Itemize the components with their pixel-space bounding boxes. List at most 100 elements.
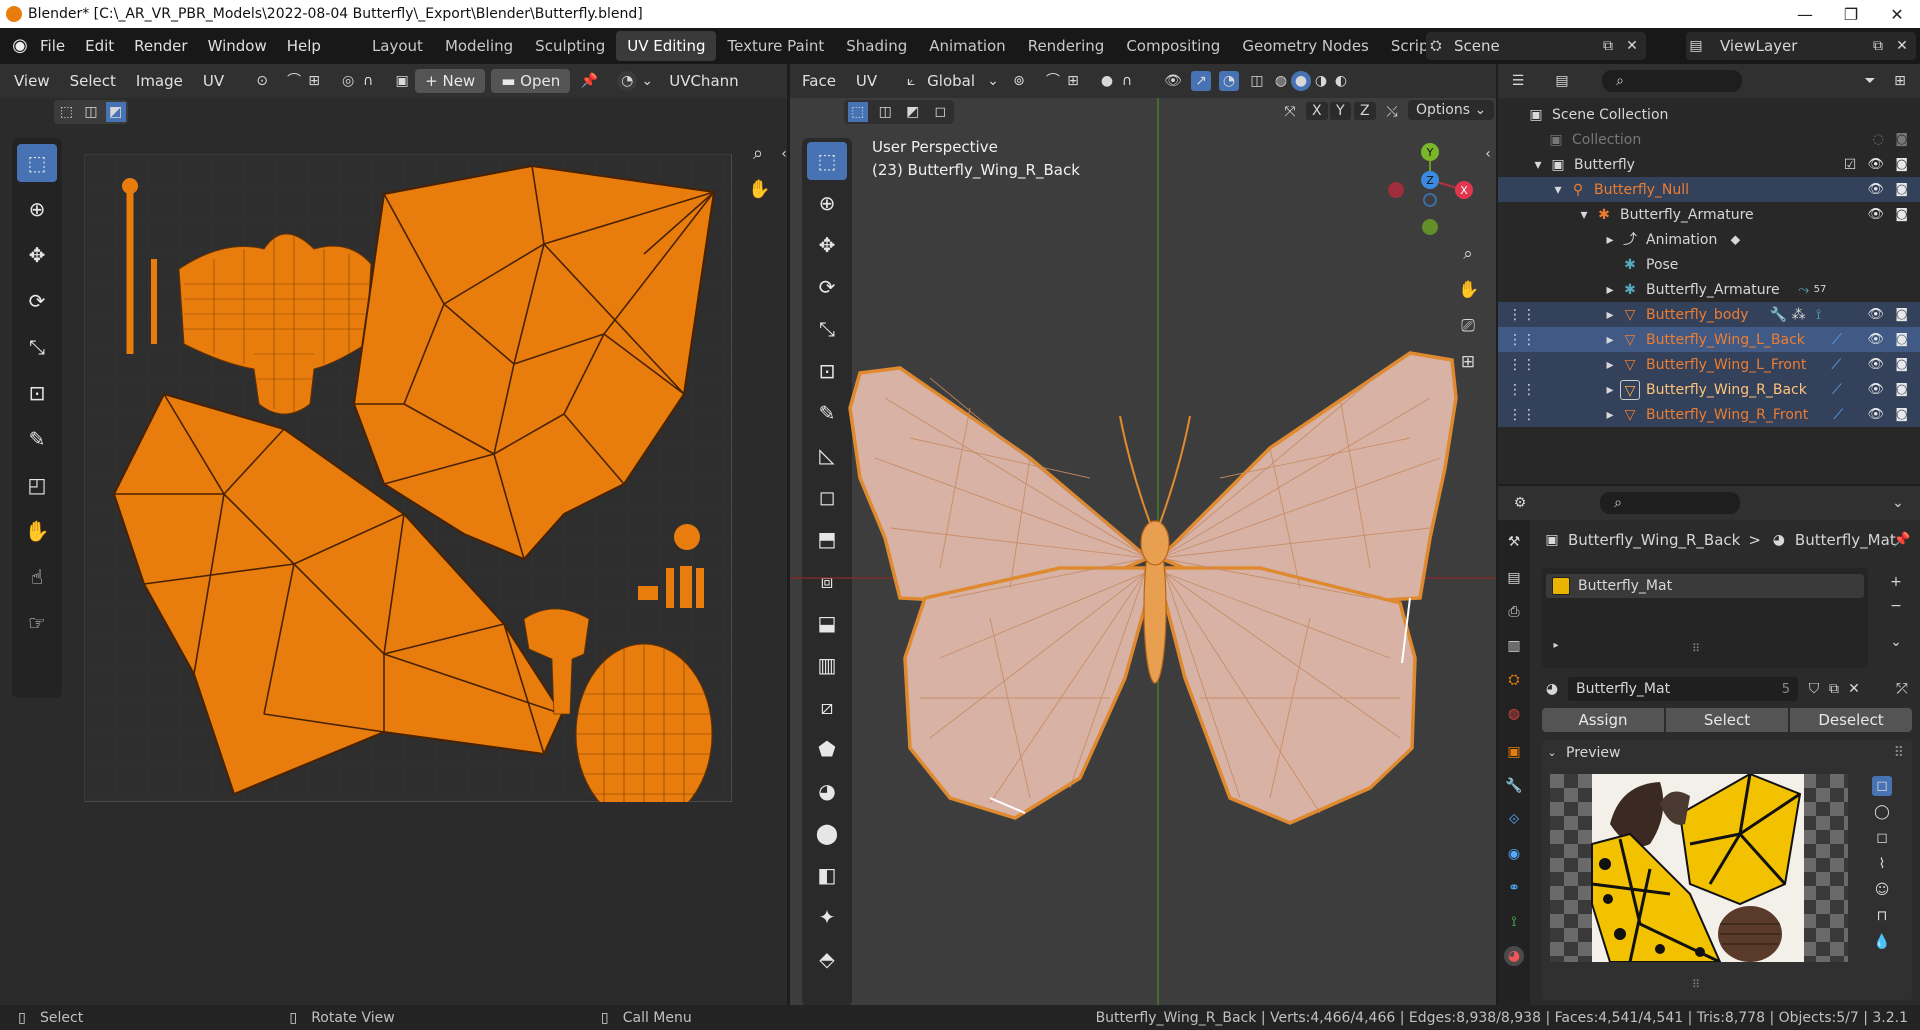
move-tool-icon[interactable]: ✥ xyxy=(17,236,57,274)
object-tab-icon[interactable]: ▣ xyxy=(1504,742,1524,762)
remove-scene-icon[interactable]: ✕ xyxy=(1622,36,1642,56)
add-slot-icon[interactable]: + xyxy=(1886,572,1906,592)
menu-file[interactable]: File xyxy=(30,37,75,55)
image-browse-icon[interactable]: ▣ xyxy=(392,71,412,91)
panel-collapse-icon[interactable]: ⌄ xyxy=(1542,743,1562,763)
visibility-eye-icon[interactable]: 👁 xyxy=(1867,332,1884,347)
outliner-row-wing-l-front[interactable]: ⋮⋮ ▸ ▽ Butterfly_Wing_L_Front ⟋ 👁 ◙ xyxy=(1498,352,1920,377)
outliner-row-animation[interactable]: ▸ ⤴ Animation ⬥ xyxy=(1498,227,1920,252)
render-camera-icon[interactable]: ◙ xyxy=(1895,332,1908,347)
node-tree-icon[interactable]: ⤱ xyxy=(1892,679,1912,699)
xray-icon[interactable]: ◫ xyxy=(1247,71,1267,91)
tab-compositing[interactable]: Compositing xyxy=(1115,31,1231,61)
tab-modeling[interactable]: Modeling xyxy=(434,31,524,61)
outliner-row-butterfly-body[interactable]: ⋮⋮ ▸ ▽ Butterfly_body 🔧 ⁂ ⟟ 👁 ◙ xyxy=(1498,302,1920,327)
expand-arrow-icon[interactable]: ▾ xyxy=(1528,155,1548,175)
unlink-material-icon[interactable]: ✕ xyxy=(1844,679,1864,699)
shading-wireframe-icon[interactable]: ◍ xyxy=(1271,71,1291,91)
properties-options-icon[interactable]: ⌄ xyxy=(1888,493,1908,513)
minimize-button[interactable]: — xyxy=(1782,0,1828,28)
uv-canvas[interactable] xyxy=(84,154,732,802)
gizmo-toggle-icon[interactable]: ↗ xyxy=(1191,71,1212,91)
expand-arrow-icon[interactable]: ▸ xyxy=(1600,280,1620,300)
render-camera-icon[interactable]: ◙ xyxy=(1895,357,1908,372)
overlay-dropdown-icon[interactable]: ⌄ xyxy=(637,71,657,91)
outliner-row-wing-r-front[interactable]: ⋮⋮ ▸ ▽ Butterfly_Wing_R_Front ⟋ 👁 ◙ xyxy=(1498,402,1920,427)
pinch-tool-icon[interactable]: ☞ xyxy=(17,604,57,642)
tab-geometry-nodes[interactable]: Geometry Nodes xyxy=(1231,31,1380,61)
grab-tool-icon[interactable]: ✋ xyxy=(17,512,57,550)
outliner-row-butterfly-armature[interactable]: ▾ ✱ Butterfly_Armature 👁 ◙ xyxy=(1498,202,1920,227)
rotate-tool-icon[interactable]: ⟳ xyxy=(17,282,57,320)
snap-target-icon[interactable]: ⊞ xyxy=(304,71,324,91)
viewport-menu-uv[interactable]: UV xyxy=(848,69,885,93)
rip-tool-icon[interactable]: ◰ xyxy=(17,466,57,504)
maximize-button[interactable]: ❐ xyxy=(1828,0,1874,28)
output-tab-icon[interactable]: ⎙ xyxy=(1504,602,1524,622)
tab-texture-paint[interactable]: Texture Paint xyxy=(716,31,835,61)
material-name-field[interactable]: Butterfly_Mat 5 xyxy=(1568,677,1798,701)
pin-icon[interactable]: 📌 xyxy=(579,71,599,91)
outliner-row-wing-r-back[interactable]: ⋮⋮ ▸ ▽ Butterfly_Wing_R_Back ⟋ 👁 ◙ xyxy=(1498,377,1920,402)
cursor-tool-icon[interactable]: ⊕ xyxy=(17,190,57,228)
overlay-toggle-icon[interactable]: ◔ xyxy=(1219,71,1240,91)
properties-type-icon[interactable]: ⚙ xyxy=(1510,493,1530,513)
render-camera-icon[interactable]: ◙ xyxy=(1895,382,1908,397)
falloff-icon[interactable]: ∩ xyxy=(358,71,378,91)
slot-expand-icon[interactable]: ▸ xyxy=(1546,636,1566,656)
viewport-menu-face[interactable]: Face xyxy=(794,69,844,93)
edit-mode-icon[interactable]: ⋮⋮ xyxy=(1508,305,1536,325)
uv-pan-icon[interactable]: ✋ xyxy=(748,180,770,200)
preview-monkey-icon[interactable]: ☺ xyxy=(1872,880,1892,900)
collection-visibility-icon[interactable]: ◌ xyxy=(1873,132,1884,147)
viewlayer-selector[interactable]: ▤ ViewLayer ⧉ ✕ xyxy=(1686,32,1916,60)
filter-icon[interactable]: ⏷ xyxy=(1860,71,1880,91)
select-subtract-icon[interactable]: ◩ xyxy=(105,102,126,122)
close-button[interactable]: ✕ xyxy=(1874,0,1920,28)
browse-material-icon[interactable]: ◕ xyxy=(1542,679,1562,699)
expand-arrow-icon[interactable]: ▸ xyxy=(1600,355,1620,375)
render-camera-icon[interactable]: ◙ xyxy=(1895,157,1908,172)
outliner-row-butterfly[interactable]: ▾ ▣ Butterfly ☑ 👁 ◙ xyxy=(1498,152,1920,177)
transform-tool-icon[interactable]: ⊡ xyxy=(17,374,57,412)
tab-animation[interactable]: Animation xyxy=(918,31,1016,61)
select-new-icon[interactable]: ⬚ xyxy=(56,102,76,122)
shading-solid-icon[interactable]: ● xyxy=(1291,71,1312,91)
tab-layout[interactable]: Layout xyxy=(361,31,434,61)
pivot-icon[interactable]: ⊙ xyxy=(252,71,272,91)
collection-render-icon[interactable]: ◙ xyxy=(1895,132,1908,147)
visibility-eye-icon[interactable]: 👁 xyxy=(1867,407,1884,422)
expand-arrow-icon[interactable]: ▾ xyxy=(1548,180,1568,200)
expand-arrow-icon[interactable]: ▾ xyxy=(1574,205,1594,225)
edit-mode-icon[interactable]: ⋮⋮ xyxy=(1508,355,1536,375)
panel-drag-handle[interactable]: ⠿ xyxy=(1894,745,1904,761)
preview-flat-icon[interactable]: ◻ xyxy=(1872,776,1892,796)
visibility-eye-icon[interactable]: 👁 xyxy=(1867,207,1884,222)
fake-user-icon[interactable]: ⛉ xyxy=(1804,679,1824,699)
menu-window[interactable]: Window xyxy=(198,37,277,55)
orientation-dropdown[interactable]: Global xyxy=(927,72,975,90)
scene-tab-icon[interactable]: ⛭ xyxy=(1504,670,1524,690)
include-checkbox-icon[interactable]: ☑ xyxy=(1840,155,1860,175)
remove-viewlayer-icon[interactable]: ✕ xyxy=(1892,36,1912,56)
display-mode-icon[interactable]: ▤ xyxy=(1552,71,1572,91)
scene-collection-row[interactable]: ▣ Scene Collection xyxy=(1498,102,1920,127)
uv-menu-view[interactable]: View xyxy=(6,69,58,93)
expand-arrow-icon[interactable]: ▸ xyxy=(1600,230,1620,250)
edit-mode-icon[interactable]: ⋮⋮ xyxy=(1508,330,1536,350)
assign-button[interactable]: Assign xyxy=(1542,708,1664,732)
expand-arrow-icon[interactable]: ▸ xyxy=(1600,305,1620,325)
open-image-button[interactable]: ▬ Open xyxy=(491,69,571,93)
preview-cloth-icon[interactable]: ⊓ xyxy=(1872,906,1892,926)
material-slot-row[interactable]: Butterfly_Mat xyxy=(1546,574,1864,598)
material-tab-icon[interactable]: ◕ xyxy=(1504,946,1524,966)
uv-menu-select[interactable]: Select xyxy=(62,69,124,93)
viewport-scene[interactable] xyxy=(790,98,1496,1005)
deselect-button[interactable]: Deselect xyxy=(1790,708,1912,732)
render-camera-icon[interactable]: ◙ xyxy=(1895,407,1908,422)
outliner-row-wing-l-back[interactable]: ⋮⋮ ▸ ▽ Butterfly_Wing_L_Back ⟋ 👁 ◙ xyxy=(1498,327,1920,352)
outliner-row-butterfly-null[interactable]: ▾ ⚲ Butterfly_Null 👁 ◙ xyxy=(1498,177,1920,202)
shading-material-icon[interactable]: ◑ xyxy=(1311,71,1331,91)
menu-edit[interactable]: Edit xyxy=(75,37,124,55)
viewport-falloff-icon[interactable]: ∩ xyxy=(1117,71,1137,91)
